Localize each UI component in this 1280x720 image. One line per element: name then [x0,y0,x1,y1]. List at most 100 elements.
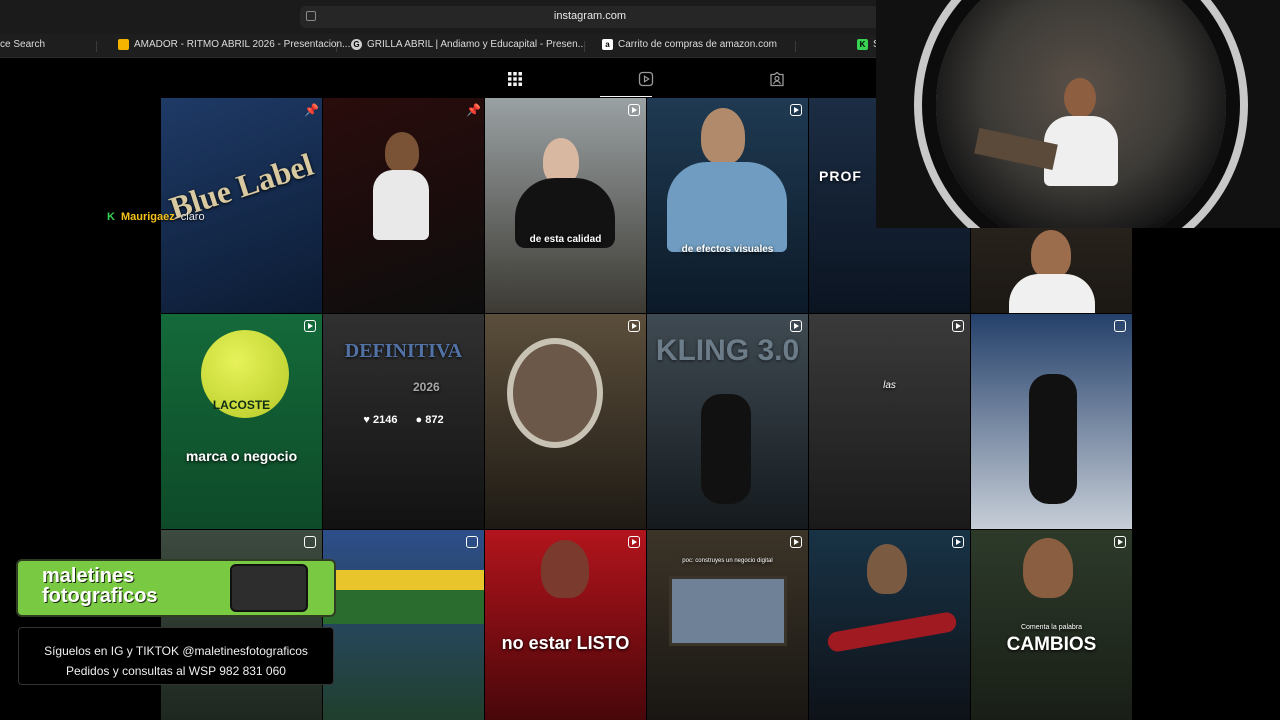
post-tile[interactable] [161,530,322,720]
bookmark-separator [96,41,97,52]
bookmarks-bar: ce Search AMADOR - RITMO ABRIL 2026 - Pr… [0,34,882,58]
post-tile[interactable]: las [809,314,970,529]
sponsor-orders-text: Pedidos y consultas al WSP 982 831 060 [66,664,286,678]
carousel-icon [466,536,478,548]
bookmark-label: ce Search [0,39,46,50]
sponsor-info: Síguelos en IG y TIKTOK @maletinesfotogr… [18,627,334,685]
post-tile[interactable]: de efectos visuales [647,98,808,313]
post-tile[interactable]: LACOSTE marca o negocio [161,314,322,529]
tile-caption: marca o negocio [185,448,298,464]
post-tile[interactable]: Comenta la palabra CAMBIOS [971,530,1132,720]
webcam-overlay [876,0,1280,228]
chat-text: claro [180,211,205,223]
camera-case-icon [230,564,308,612]
webcam-fisheye-image [936,0,1226,228]
post-tile[interactable] [971,314,1132,529]
reel-icon [628,320,640,332]
url-field[interactable]: instagram.com [300,6,880,28]
person-head [1023,538,1073,598]
tile-caption: las [883,380,896,391]
person-body [1009,274,1095,313]
bookmark-separator [336,41,337,52]
tile-text: poc: construyes un negocio digital [682,558,773,564]
bookmark-label: GRILLA ABRIL | Andiamo y Educapital - Pr… [367,39,587,50]
stadium-stands-image [323,570,484,590]
amazon-favicon-icon: a [602,39,613,50]
person-body [373,170,429,240]
person-figure [701,394,751,504]
kick-icon: K [107,211,115,223]
tagged-icon[interactable] [769,71,785,87]
reel-icon [952,536,964,548]
kick-favicon-icon: K [857,39,868,50]
carousel-icon [1114,320,1126,332]
comments-count: 872 [425,414,444,426]
grid-icon[interactable] [507,71,523,87]
bookmark-grilla[interactable]: G GRILLA ABRIL | Andiamo y Educapital - … [351,39,586,50]
post-tile-hovered[interactable]: DEFINITIVA 2026 ♥ 2146 ● 872 [323,314,484,529]
slides-favicon-icon [118,39,129,50]
tile-caption: de esta calidad [529,234,602,245]
post-tile[interactable] [323,530,484,720]
bookmark-label: AMADOR - RITMO ABRIL 2026 - Presentacion… [134,39,351,50]
carousel-icon [304,536,316,548]
pin-icon: 📌 [304,103,319,117]
comments-stat: ● 872 [415,414,444,426]
reel-icon [1114,536,1126,548]
bookmark-label: Carrito de compras de amazon.com [618,39,777,50]
g-favicon-icon: G [351,39,362,50]
post-tile[interactable]: no estar LISTO [485,530,646,720]
url-text[interactable]: instagram.com [300,10,880,22]
tile-text: Comenta la palabra [1020,624,1083,631]
post-tile[interactable]: poc: construyes un negocio digital [647,530,808,720]
person-head [701,108,745,164]
streamer-head [1064,78,1096,118]
person-head [385,132,419,172]
sponsor-banner: maletines fotograficos [18,561,334,615]
active-tab-indicator [600,96,652,97]
post-tile[interactable]: 📌 [323,98,484,313]
bookmark-amador[interactable]: AMADOR - RITMO ABRIL 2026 - Presentacion… [118,39,350,50]
person-figure [1029,374,1077,504]
window-image [669,576,787,646]
reel-icon [952,320,964,332]
reel-icon [304,320,316,332]
post-tile[interactable] [809,530,970,720]
reel-icon [790,320,802,332]
bookmark-separator [584,41,585,52]
sponsor-follow-text: Síguelos en IG y TIKTOK @maletinesfotogr… [44,644,308,658]
reels-icon[interactable] [638,71,654,87]
guitar-image [826,610,958,654]
tile-caption: de efectos visuales [681,244,774,255]
reel-icon [628,536,640,548]
profile-tabs [160,58,880,98]
tile-caption: CAMBIOS [1006,634,1097,655]
chat-message: K Maurigaez claro [107,211,205,223]
post-tile[interactable]: 📌 Blue Label [161,98,322,313]
post-stats: ♥ 2146 ● 872 [323,414,484,426]
reel-icon [790,104,802,116]
browser-address-bar: instagram.com [0,0,880,34]
post-tile[interactable]: de esta calidad [485,98,646,313]
post-tile[interactable] [485,314,646,529]
reel-icon [790,536,802,548]
person-head [1031,230,1071,278]
person-body [667,162,787,252]
bookmark-amazon[interactable]: a Carrito de compras de amazon.com [602,39,777,50]
astronaut-helmet-image [507,338,603,448]
likes-stat: ♥ 2146 [363,414,398,426]
person-head [541,540,589,598]
tile-text: LACOSTE [212,398,271,412]
chat-username: Maurigaez [120,211,175,223]
reel-icon [628,104,640,116]
pin-icon: 📌 [466,103,481,117]
screen: instagram.com ce Search AMADOR - RITMO A… [0,0,1280,720]
tile-caption: no estar LISTO [501,633,630,653]
post-tile[interactable]: KLING 3.0 [647,314,808,529]
likes-count: 2146 [373,414,398,426]
stadium-field-image [323,590,484,624]
tile-caption: KLING 3.0 [655,334,800,367]
bookmark-search[interactable]: ce Search [0,39,45,50]
person-head [867,544,907,594]
bookmark-separator [795,41,796,52]
